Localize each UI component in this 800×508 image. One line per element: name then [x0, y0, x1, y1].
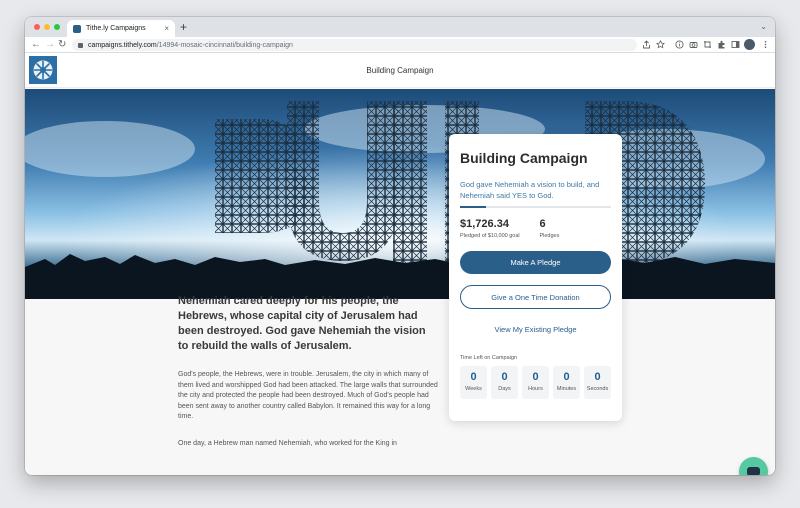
pledged-goal-label: Pledged of $10,000 goal: [460, 233, 520, 239]
time-left-label: Time Left on Campaign: [460, 355, 517, 361]
forward-icon[interactable]: →: [45, 38, 55, 52]
info-icon[interactable]: [675, 40, 684, 49]
crop-icon[interactable]: [703, 40, 712, 49]
reload-icon[interactable]: ↻: [58, 38, 66, 52]
tab-strip: Tithe.ly Campaigns × + ⌄: [25, 17, 775, 37]
one-time-donation-button[interactable]: Give a One Time Donation: [460, 285, 611, 309]
view-existing-pledge-link[interactable]: View My Existing Pledge: [460, 325, 611, 334]
countdown-days-unit: Days: [498, 386, 511, 392]
countdown-seconds-value: 0: [594, 371, 601, 383]
countdown-hours: 0 Hours: [522, 366, 549, 399]
close-window-button[interactable]: [34, 24, 40, 30]
address-bar[interactable]: campaigns.tithely.com/14994-mosaic-cinci…: [72, 39, 637, 51]
minimize-window-button[interactable]: [44, 24, 50, 30]
progress-bar: [460, 206, 611, 208]
campaign-stats: $1,726.34 Pledged of $10,000 goal 6 Pled…: [460, 218, 611, 239]
countdown-minutes-value: 0: [563, 371, 570, 383]
header-title: Building Campaign: [366, 66, 434, 75]
countdown-seconds-unit: Seconds: [586, 386, 609, 392]
tab-search-icon[interactable]: ⌄: [760, 22, 767, 31]
site-header: Building Campaign: [25, 54, 775, 88]
countdown-hours-value: 0: [532, 371, 539, 383]
countdown-days: 0 Days: [491, 366, 518, 399]
countdown-seconds: 0 Seconds: [584, 366, 611, 399]
hero-image: [25, 89, 775, 299]
body-paragraph-2: One day, a Hebrew man named Nehemiah, wh…: [178, 439, 397, 447]
tab-title: Tithe.ly Campaigns: [86, 25, 146, 32]
extensions-icon[interactable]: [717, 40, 726, 49]
tab-close-icon[interactable]: ×: [164, 24, 169, 33]
pledges-stat: 6 Pledges: [539, 218, 611, 239]
progress-fill: [460, 206, 486, 208]
lock-icon: [78, 42, 83, 48]
countdown: 0 Weeks 0 Days 0 Hours 0 Minutes 0 Secon…: [460, 366, 611, 399]
lead-paragraph: Nehemiah cared deeply for his people, th…: [178, 295, 426, 352]
star-icon[interactable]: [656, 39, 665, 49]
browser-toolbar: ← → ↻ campaigns.tithely.com/14994-mosaic…: [25, 37, 775, 53]
chat-icon: [747, 467, 760, 475]
maximize-window-button[interactable]: [54, 24, 60, 30]
campaign-description: Nehemiah cared deeply for his people, th…: [178, 294, 438, 449]
campaign-card: Building Campaign God gave Nehemiah a vi…: [449, 134, 622, 421]
countdown-hours-unit: Hours: [528, 386, 543, 392]
share-icon[interactable]: [642, 40, 651, 49]
hero-banner: [25, 89, 775, 299]
browser-tab[interactable]: Tithe.ly Campaigns ×: [67, 20, 175, 37]
pledges-label: Pledges: [539, 233, 560, 239]
profile-avatar[interactable]: [744, 39, 755, 50]
new-tab-button[interactable]: +: [180, 20, 187, 34]
back-icon[interactable]: ←: [31, 38, 41, 52]
url-path: /14994-mosaic-cincinnati/building-campai…: [156, 41, 293, 49]
web-page: Building Campaign Nehemiah cared deeply …: [25, 54, 775, 475]
sidebar-icon[interactable]: [731, 40, 740, 49]
countdown-minutes: 0 Minutes: [553, 366, 580, 399]
pledges-count: 6: [539, 218, 546, 230]
url-host: campaigns.tithely.com: [88, 41, 157, 49]
browser-window: Tithe.ly Campaigns × + ⌄ ← → ↻ campaigns…: [25, 17, 775, 475]
make-pledge-button[interactable]: Make A Pledge: [460, 251, 611, 274]
countdown-days-value: 0: [501, 371, 508, 383]
countdown-weeks-unit: Weeks: [465, 386, 482, 392]
tithely-favicon-icon: [73, 24, 81, 33]
pledged-amount: $1,726.34: [460, 218, 509, 230]
chat-button[interactable]: [739, 457, 768, 475]
camera-icon[interactable]: [689, 40, 698, 49]
countdown-weeks-value: 0: [470, 371, 477, 383]
body-paragraph: God's people, the Hebrews, were in troub…: [178, 371, 438, 420]
pledged-stat: $1,726.34 Pledged of $10,000 goal: [460, 218, 539, 239]
countdown-minutes-unit: Minutes: [556, 386, 577, 392]
kebab-menu-icon[interactable]: [761, 40, 770, 49]
url-text: campaigns.tithely.com/14994-mosaic-cinci…: [88, 42, 293, 49]
campaign-title: Building Campaign: [460, 150, 588, 166]
countdown-weeks: 0 Weeks: [460, 366, 487, 399]
campaign-subtitle: God gave Nehemiah a vision to build, and…: [460, 180, 600, 200]
